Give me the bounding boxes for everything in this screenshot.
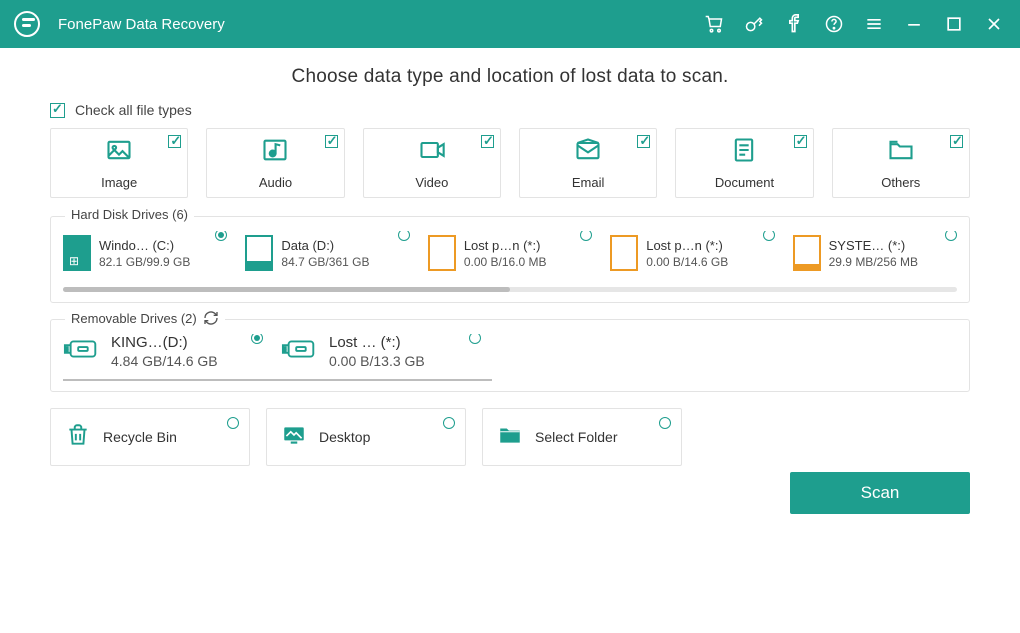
drive-radio[interactable] xyxy=(215,231,227,241)
type-label: Audio xyxy=(259,175,292,190)
type-checkbox[interactable] xyxy=(794,135,807,148)
drive-size: 0.00 B/13.3 GB xyxy=(329,353,425,369)
usb-icon xyxy=(281,334,319,369)
type-label: Document xyxy=(715,175,774,190)
removable-scrollbar[interactable] xyxy=(63,379,492,381)
drive-icon xyxy=(428,235,456,271)
usb-icon xyxy=(63,334,101,369)
type-checkbox[interactable] xyxy=(325,135,338,148)
hdd-group-title: Hard Disk Drives (6) xyxy=(65,207,194,222)
audio-icon xyxy=(261,136,289,169)
desktop-icon xyxy=(281,422,307,453)
minimize-icon[interactable] xyxy=(902,12,926,36)
location-select-folder[interactable]: Select Folder xyxy=(482,408,682,466)
facebook-icon[interactable] xyxy=(782,12,806,36)
drive-icon xyxy=(793,235,821,271)
drive-name: SYSTE… (*:) xyxy=(829,238,918,253)
hdd-group: Hard Disk Drives (6) ⊞ Windo… (C:)82.1 G… xyxy=(50,216,970,303)
drive-radio[interactable] xyxy=(469,334,481,344)
removable-group-title: Removable Drives (2) xyxy=(65,310,225,326)
drive-size: 82.1 GB/99.9 GB xyxy=(99,255,190,269)
recycle-bin-icon xyxy=(65,422,91,453)
others-icon xyxy=(887,136,915,169)
drive-name: Lost p…n (*:) xyxy=(646,238,728,253)
drive-size: 29.9 MB/256 MB xyxy=(829,255,918,269)
drive-name: Lost p…n (*:) xyxy=(464,238,547,253)
removable-group: Removable Drives (2) KING…(D:)4.84 GB/14… xyxy=(50,319,970,392)
type-card-others[interactable]: Others xyxy=(832,128,970,198)
type-card-image[interactable]: Image xyxy=(50,128,188,198)
drive-system[interactable]: SYSTE… (*:) 29.9 MB/256 MB xyxy=(793,231,957,275)
email-icon xyxy=(574,136,602,169)
drive-name: KING…(D:) xyxy=(111,334,218,351)
drive-icon xyxy=(245,235,273,271)
app-logo-icon xyxy=(14,11,40,37)
maximize-icon[interactable] xyxy=(942,12,966,36)
type-checkbox[interactable] xyxy=(168,135,181,148)
hdd-scrollbar[interactable] xyxy=(63,287,957,292)
drive-icon xyxy=(610,235,638,271)
drive-size: 0.00 B/14.6 GB xyxy=(646,255,728,269)
type-checkbox[interactable] xyxy=(637,135,650,148)
title-bar: FonePaw Data Recovery xyxy=(0,0,1020,48)
scan-button[interactable]: Scan xyxy=(790,472,970,514)
type-checkbox[interactable] xyxy=(481,135,494,148)
drive-radio[interactable] xyxy=(580,231,592,241)
refresh-icon[interactable] xyxy=(203,310,219,326)
check-all-row[interactable]: Check all file types xyxy=(50,102,970,118)
document-icon xyxy=(730,136,758,169)
location-label: Recycle Bin xyxy=(103,429,177,445)
location-radio[interactable] xyxy=(659,417,671,429)
drive-radio[interactable] xyxy=(398,231,410,241)
menu-icon[interactable] xyxy=(862,12,886,36)
type-card-video[interactable]: Video xyxy=(363,128,501,198)
close-icon[interactable] xyxy=(982,12,1006,36)
type-label: Video xyxy=(415,175,448,190)
type-label: Image xyxy=(101,175,137,190)
drive-lost-2[interactable]: Lost p…n (*:) 0.00 B/14.6 GB xyxy=(610,231,774,275)
key-icon[interactable] xyxy=(742,12,766,36)
location-label: Desktop xyxy=(319,429,370,445)
drive-radio[interactable] xyxy=(763,231,775,241)
drive-size: 4.84 GB/14.6 GB xyxy=(111,353,218,369)
drive-name: Lost … (*:) xyxy=(329,334,425,351)
location-radio[interactable] xyxy=(443,417,455,429)
hdd-row: ⊞ Windo… (C:) 82.1 GB/99.9 GB Data (D:) 84… xyxy=(63,231,957,275)
type-card-document[interactable]: Document xyxy=(675,128,813,198)
locations-row: Recycle Bin Desktop Select Folder xyxy=(50,408,970,466)
type-label: Email xyxy=(572,175,605,190)
drive-radio[interactable] xyxy=(251,334,263,344)
cart-icon[interactable] xyxy=(702,12,726,36)
drive-size: 84.7 GB/361 GB xyxy=(281,255,369,269)
video-icon xyxy=(418,136,446,169)
folder-icon xyxy=(497,422,523,453)
type-card-email[interactable]: Email xyxy=(519,128,657,198)
location-recycle-bin[interactable]: Recycle Bin xyxy=(50,408,250,466)
app-title: FonePaw Data Recovery xyxy=(58,16,702,33)
image-icon xyxy=(105,136,133,169)
drive-size: 0.00 B/16.0 MB xyxy=(464,255,547,269)
drive-name: Windo… (C:) xyxy=(99,238,190,253)
drive-d[interactable]: Data (D:) 84.7 GB/361 GB xyxy=(245,231,409,275)
check-all-checkbox[interactable] xyxy=(50,103,65,118)
location-label: Select Folder xyxy=(535,429,617,445)
file-type-cards: Image Audio Video Em xyxy=(50,128,970,198)
removable-drive-lost[interactable]: Lost … (*:) 0.00 B/13.3 GB xyxy=(281,334,481,369)
drive-radio[interactable] xyxy=(945,231,957,241)
removable-title-text: Removable Drives (2) xyxy=(71,311,197,326)
help-icon[interactable] xyxy=(822,12,846,36)
page-title: Choose data type and location of lost da… xyxy=(50,66,970,88)
check-all-label: Check all file types xyxy=(75,102,192,118)
drive-c[interactable]: ⊞ Windo… (C:) 82.1 GB/99.9 GB xyxy=(63,231,227,275)
type-label: Others xyxy=(881,175,920,190)
drive-name: Data (D:) xyxy=(281,238,369,253)
removable-drive-kingston[interactable]: KING…(D:) 4.84 GB/14.6 GB xyxy=(63,334,263,369)
type-checkbox[interactable] xyxy=(950,135,963,148)
drive-lost-1[interactable]: Lost p…n (*:) 0.00 B/16.0 MB xyxy=(428,231,592,275)
location-desktop[interactable]: Desktop xyxy=(266,408,466,466)
location-radio[interactable] xyxy=(227,417,239,429)
type-card-audio[interactable]: Audio xyxy=(206,128,344,198)
drive-icon: ⊞ xyxy=(63,235,91,271)
